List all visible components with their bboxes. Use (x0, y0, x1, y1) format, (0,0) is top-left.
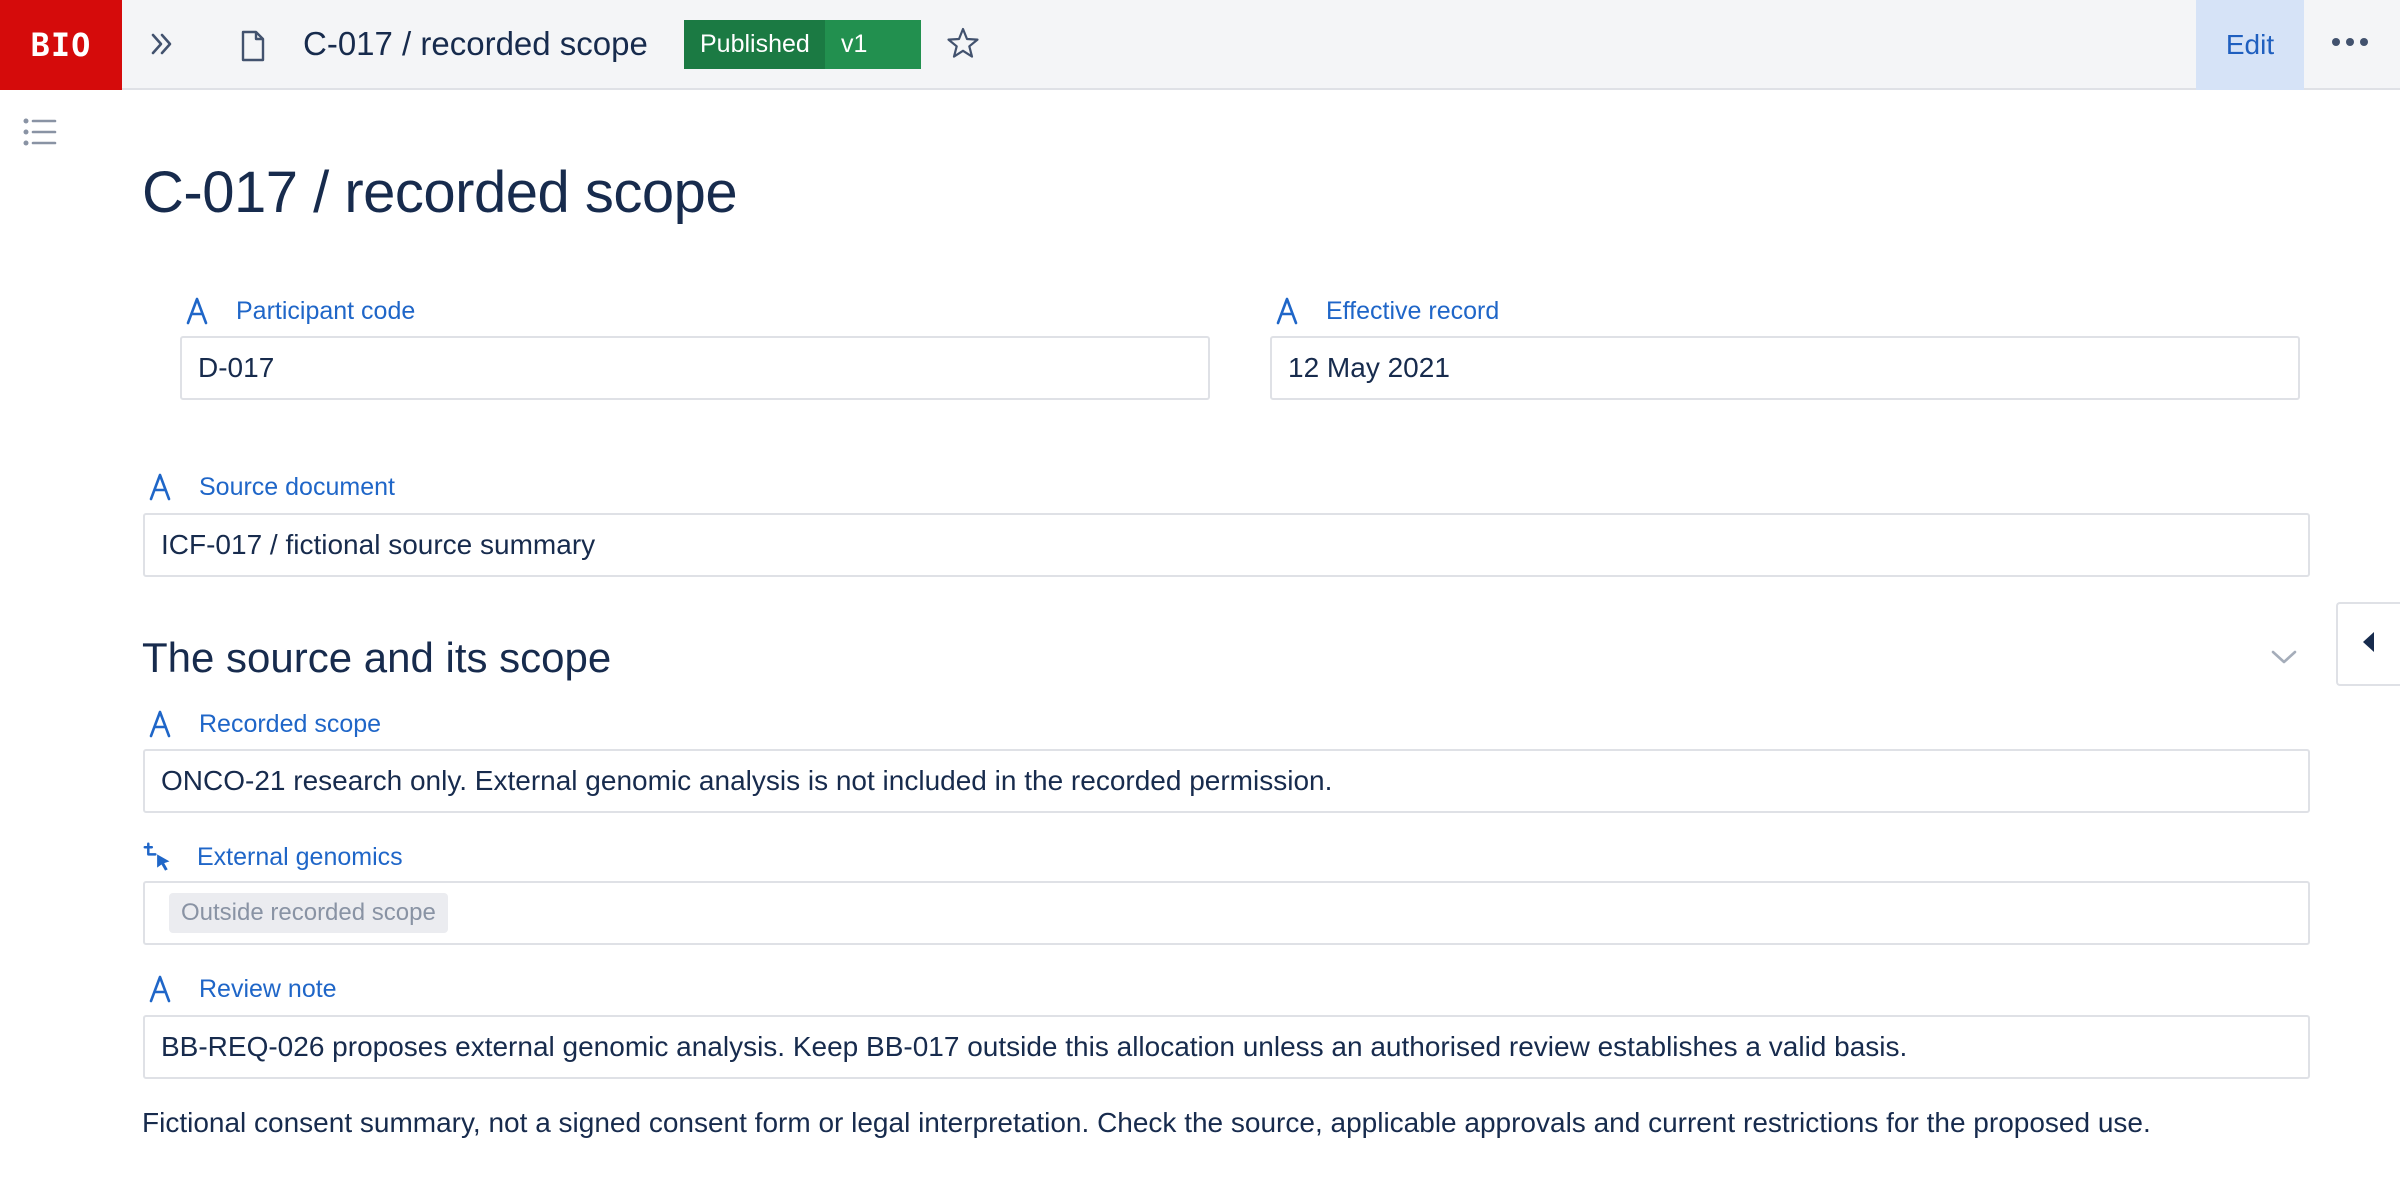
source-document-value: ICF-017 / fictional source summary (161, 529, 596, 560)
star-icon (946, 26, 980, 65)
recorded-scope-label: Recorded scope (145, 706, 381, 742)
source-document-field[interactable]: ICF-017 / fictional source summary (143, 513, 2310, 577)
text-field-icon (145, 973, 175, 1005)
text-field-icon (1272, 295, 1302, 327)
disclaimer-text: Fictional consent summary, not a signed … (142, 1107, 2151, 1138)
section-toggle-button[interactable] (2266, 644, 2302, 674)
chevron-down-icon (2270, 648, 2298, 671)
participant-code-label-text: Participant code (236, 296, 416, 325)
collapse-panel-button[interactable] (2336, 602, 2400, 686)
external-genomics-field[interactable]: Outside recorded scope (143, 881, 2310, 945)
table-of-contents-button[interactable] (20, 114, 60, 154)
expand-sidebar-button[interactable] (140, 24, 184, 68)
text-field-icon (182, 295, 212, 327)
version-badge: v1 (825, 20, 921, 69)
top-bar: BIO C-017 / recorded scope Published v1 … (0, 0, 2400, 90)
participant-code-field[interactable]: D-017 (180, 336, 1210, 400)
participant-code-value: D-017 (198, 352, 275, 383)
participant-code-label: Participant code (182, 293, 415, 329)
status-lozenge[interactable]: Published v1 (684, 20, 921, 69)
recorded-scope-label-text: Recorded scope (199, 709, 382, 738)
text-field-icon (145, 708, 175, 740)
effective-record-label: Effective record (1272, 293, 1499, 329)
text-field-icon (145, 471, 175, 503)
section-heading: The source and its scope (142, 634, 612, 681)
effective-record-field[interactable]: 12 May 2021 (1270, 336, 2300, 400)
review-note-label-text: Review note (199, 974, 337, 1003)
effective-record-label-text: Effective record (1326, 296, 1500, 325)
edit-button[interactable]: Edit (2196, 0, 2304, 90)
app-logo-text: BIO (30, 26, 92, 64)
external-genomics-label: External genomics (143, 839, 403, 875)
source-document-label: Source document (145, 469, 395, 505)
double-chevron-right-icon (147, 29, 177, 64)
app-logo[interactable]: BIO (0, 0, 122, 90)
review-note-value: BB-REQ-026 proposes external genomic ana… (161, 1031, 1908, 1062)
status-badge: Published (684, 20, 825, 69)
header-page-title[interactable]: C-017 / recorded scope (303, 22, 648, 66)
scope-tag[interactable]: Outside recorded scope (169, 893, 448, 933)
page-title: C-017 / recorded scope (142, 160, 738, 225)
star-button[interactable] (942, 24, 984, 66)
table-of-contents-icon (23, 117, 57, 152)
recorded-scope-field[interactable]: ONCO-21 research only. External genomic … (143, 749, 2310, 813)
more-actions-button[interactable] (2320, 22, 2380, 66)
effective-record-value: 12 May 2021 (1288, 352, 1450, 383)
page-icon (236, 28, 270, 64)
review-note-field[interactable]: BB-REQ-026 proposes external genomic ana… (143, 1015, 2310, 1079)
source-document-label-text: Source document (199, 472, 395, 501)
caret-left-icon (2361, 631, 2377, 658)
external-genomics-label-text: External genomics (197, 842, 403, 871)
recorded-scope-value: ONCO-21 research only. External genomic … (161, 765, 1333, 796)
select-cursor-icon (143, 841, 173, 873)
more-horizontal-icon (2330, 35, 2370, 53)
review-note-label: Review note (145, 971, 337, 1007)
